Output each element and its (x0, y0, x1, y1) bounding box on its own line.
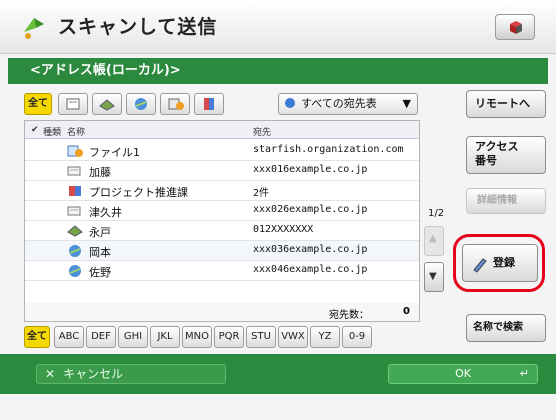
entry-dest: xxx026example.co.jp (253, 204, 368, 215)
fax-icon (67, 225, 83, 237)
ok-button[interactable]: OK ↵ (388, 364, 538, 384)
group-icon (204, 98, 214, 110)
letter-tab[interactable]: PQR (214, 326, 244, 348)
folder-icon (66, 98, 80, 110)
entry-dest: xxx046example.co.jp (253, 264, 368, 275)
email-icon (69, 245, 81, 257)
letter-tab[interactable]: MNO (182, 326, 212, 348)
down-arrow-icon: ▼ (429, 271, 437, 282)
email-icon (69, 265, 81, 277)
entry-dest: xxx016example.co.jp (253, 164, 368, 175)
list-item[interactable]: 佐野 xxx046example.co.jp (25, 261, 419, 281)
list-footer: 宛先数： 0 (25, 303, 419, 321)
entry-name: 岡本 (89, 246, 111, 259)
list-header: ✔ 種類 名称 宛先 (25, 121, 419, 139)
ok-label: OK (455, 367, 471, 380)
name-search-button[interactable]: 名称で検索 (466, 314, 546, 342)
list-item[interactable]: プロジェクト推進課 2件 (25, 181, 419, 201)
ifax-icon (67, 206, 81, 216)
access-number-button[interactable]: アクセス 番号 (466, 136, 546, 174)
bottom-bar: ✕ キャンセル OK ↵ (0, 354, 556, 394)
close-icon: ✕ (45, 367, 56, 381)
list-scrollbar: ▲ ▼ (424, 226, 444, 294)
cancel-label: キャンセル (63, 367, 124, 381)
scan-send-icon (24, 18, 44, 39)
address-list: ✔ 種類 名称 宛先 ファイル1 starfish.organization.c… (24, 120, 420, 322)
letter-tab[interactable]: YZ (310, 326, 340, 348)
ifax-icon (67, 166, 81, 176)
letter-tab[interactable]: GHI (118, 326, 148, 348)
list-item[interactable]: 永戸 012XXXXXXX (25, 221, 419, 241)
filter-ifax-button[interactable] (160, 93, 190, 115)
status-button[interactable] (495, 14, 535, 40)
filter-file-button[interactable] (58, 93, 88, 115)
list-item[interactable]: ファイル1 starfish.organization.com (25, 141, 419, 161)
header-type: 種類 (43, 128, 62, 138)
letter-tab[interactable]: DEF (86, 326, 116, 348)
filter-email-button[interactable] (126, 93, 156, 115)
chevron-down-icon: ▼ (402, 97, 411, 110)
details-button[interactable]: 詳細情報 (466, 188, 546, 214)
letter-tab[interactable]: JKL (150, 326, 180, 348)
count-value: 0 (403, 306, 410, 317)
entry-name: 加藤 (89, 166, 111, 179)
title-bar: スキャンして送信 (0, 0, 556, 54)
count-label: 宛先数： (329, 310, 369, 321)
entry-dest: xxx036example.co.jp (253, 244, 368, 255)
letter-tab[interactable]: ABC (54, 326, 84, 348)
scroll-down-button[interactable]: ▼ (424, 262, 444, 292)
entry-name: 佐野 (89, 266, 111, 279)
scroll-up-button[interactable]: ▲ (424, 226, 444, 256)
cube-icon (510, 21, 522, 34)
letter-tab[interactable]: 全て (24, 326, 50, 348)
checkmark-icon: ✔ (31, 125, 39, 135)
address-book-header: <アドレス帳(ローカル)> (8, 58, 548, 84)
filter-all-button[interactable]: 全て (24, 93, 52, 115)
header-dest: 宛先 (253, 128, 272, 138)
list-item[interactable]: 津久井 xxx026example.co.jp (25, 201, 419, 221)
highlight-ring (453, 234, 545, 292)
list-item[interactable]: 加藤 xxx016example.co.jp (25, 161, 419, 181)
file-icon (67, 145, 83, 157)
email-icon (135, 98, 147, 110)
entry-name: 永戸 (89, 226, 111, 239)
entry-dest: 2件 (253, 188, 270, 199)
letter-tab[interactable]: VWX (278, 326, 308, 348)
list-item[interactable]: 岡本 xxx036example.co.jp (25, 241, 419, 261)
letter-tab[interactable]: 0-9 (342, 326, 372, 348)
return-icon: ↵ (519, 367, 529, 380)
globe-icon (285, 98, 295, 108)
page-indicator: 1/2 (428, 208, 445, 219)
dropdown-label: すべての宛先表 (301, 97, 377, 110)
up-arrow-icon: ▲ (429, 233, 437, 244)
entry-dest: starfish.organization.com (253, 144, 404, 155)
remote-button[interactable]: リモートへ (466, 90, 546, 118)
filter-group-button[interactable] (194, 93, 224, 115)
filter-fax-button[interactable] (92, 93, 122, 115)
address-list-dropdown[interactable]: すべての宛先表 ▼ (278, 93, 418, 115)
page-title: スキャンして送信 (58, 16, 218, 38)
ifax-icon (168, 98, 184, 110)
entry-name: 津久井 (89, 206, 122, 219)
entry-name: ファイル1 (89, 146, 140, 159)
fax-icon (99, 99, 115, 111)
letter-tab[interactable]: STU (246, 326, 276, 348)
group-icon (69, 186, 81, 196)
remote-label: リモートへ (475, 97, 530, 110)
header-name: 名称 (67, 128, 86, 138)
cancel-button[interactable]: ✕ キャンセル (36, 364, 226, 384)
entry-name: プロジェクト推進課 (89, 186, 188, 199)
entry-dest: 012XXXXXXX (253, 224, 314, 235)
